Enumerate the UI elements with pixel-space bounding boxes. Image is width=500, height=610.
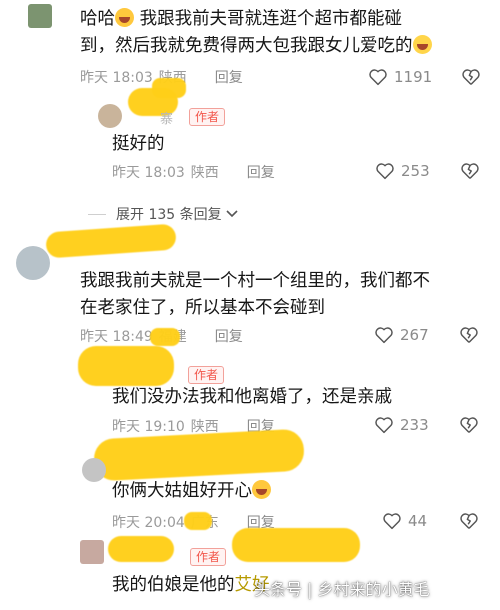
author-badge: 作者 [190, 548, 227, 566]
expand-label: 展开 135 条回复 [116, 207, 222, 223]
reply-button[interactable]: 回复 [247, 162, 275, 182]
redaction-mark [93, 428, 305, 482]
avatar[interactable] [80, 540, 104, 564]
author-badge: 作者 [189, 108, 226, 126]
laughing-emoji-icon [412, 35, 432, 54]
comment-time: 昨天 18:03 [112, 165, 185, 181]
redaction-mark [108, 536, 174, 562]
expand-replies-button[interactable]: 展开 135 条回复 [88, 204, 238, 224]
heart-icon [376, 163, 394, 180]
chevron-down-icon [226, 210, 238, 218]
dislike-button[interactable] [460, 162, 480, 180]
dislike-button[interactable] [459, 326, 479, 344]
redaction-mark [45, 223, 177, 259]
heart-icon [375, 327, 393, 344]
dislike-button[interactable] [459, 512, 479, 530]
redaction-mark [150, 328, 180, 346]
comment-text: 哈哈 我跟我前夫哥就连逛个超市都能碰 [80, 8, 403, 29]
comment-text: 挺好的 [112, 134, 165, 154]
like-button[interactable]: 1191 [368, 68, 432, 86]
comment-text: 我跟我前夫就是一个村一个组里的，我们都不 [80, 271, 430, 291]
like-button[interactable]: 267 [374, 326, 429, 344]
redaction-mark [184, 512, 212, 530]
rofl-emoji-icon [252, 480, 271, 499]
like-button[interactable]: 233 [374, 416, 429, 434]
comment-text: 你俩大姑姐好开心 [112, 478, 271, 505]
comment-time: 昨天 18:49 [80, 329, 153, 345]
like-button[interactable]: 253 [375, 162, 430, 180]
redaction-mark [78, 346, 174, 386]
broken-heart-icon [460, 513, 478, 529]
comment-meta: 昨天 18:03 陕西 回复 [112, 162, 275, 182]
like-count: 253 [401, 162, 430, 180]
like-count: 267 [400, 326, 429, 344]
like-count: 1191 [394, 68, 433, 86]
reply-button[interactable]: 回复 [215, 326, 243, 346]
comment-time: 昨天 20:04 [112, 515, 185, 531]
like-count: 233 [400, 416, 429, 434]
author-name: 寨 [160, 112, 174, 127]
avatar[interactable] [28, 4, 52, 28]
like-button[interactable]: 44 [382, 512, 427, 530]
heart-icon [369, 69, 387, 86]
author-badge: 作者 [188, 366, 225, 384]
like-count: 44 [408, 512, 428, 530]
reply-button[interactable]: 回复 [215, 67, 243, 87]
heart-icon [375, 417, 393, 434]
watermark: 头条号 | 乡村来的小黄毛 [254, 580, 430, 599]
heart-icon [383, 513, 401, 530]
redaction-mark [232, 528, 360, 562]
broken-heart-icon [462, 69, 480, 85]
broken-heart-icon [460, 327, 478, 343]
dislike-button[interactable] [461, 68, 481, 86]
dislike-button[interactable] [459, 416, 479, 434]
comment-time: 昨天 19:10 [112, 419, 185, 435]
avatar[interactable] [98, 104, 122, 128]
avatar[interactable] [16, 246, 50, 280]
comment-text: 我的伯娘是他的艾好 [112, 575, 270, 595]
broken-heart-icon [461, 163, 479, 179]
comment-time: 昨天 18:03 [80, 70, 153, 86]
comment-location: 陕西 [190, 165, 219, 181]
comment-text: 到，然后我就免费得两大包我跟女儿爱吃的 [80, 33, 432, 60]
comment-text: 我们没办法我和他离婚了，还是亲戚 [112, 387, 392, 407]
comment-text: 在老家住了，所以基本不会碰到 [80, 298, 325, 318]
rofl-emoji-icon [115, 8, 134, 27]
broken-heart-icon [460, 417, 478, 433]
avatar[interactable] [82, 458, 106, 482]
divider [88, 213, 106, 215]
